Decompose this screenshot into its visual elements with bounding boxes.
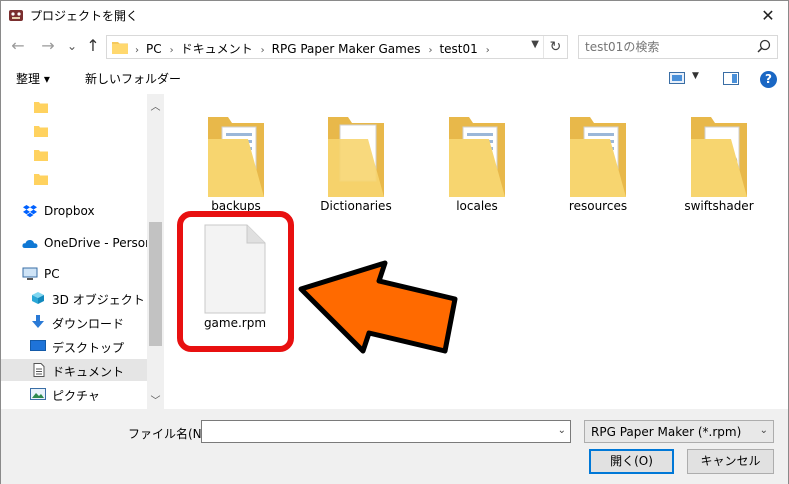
- folder-name: Dictionaries: [320, 199, 392, 213]
- folder-item[interactable]: swiftshader: [669, 109, 769, 213]
- pointer-arrow-icon: [298, 260, 458, 354]
- title-bar: プロジェクトを開く ✕: [1, 1, 788, 29]
- new-folder-button[interactable]: 新しいフォルダー: [85, 70, 181, 87]
- close-icon: ✕: [761, 5, 775, 25]
- folder-icon: [34, 102, 48, 113]
- search-input[interactable]: [585, 37, 755, 57]
- sidebar-item-label: ダウンロード: [52, 317, 125, 331]
- scrollbar-thumb[interactable]: [149, 222, 162, 346]
- refresh-icon: ↻: [549, 39, 562, 55]
- close-button[interactable]: ✕: [748, 1, 788, 29]
- breadcrumb-separator[interactable]: ›: [261, 45, 265, 56]
- dialog-footer: ファイル名(N): ⌄ RPG Paper Maker (*.rpm) ⌄ 開く…: [1, 409, 788, 484]
- breadcrumb-separator[interactable]: ›: [170, 45, 174, 56]
- refresh-button[interactable]: ↻: [543, 36, 567, 58]
- search-icon: [757, 39, 771, 53]
- sidebar-item-label: PC: [44, 267, 60, 281]
- open-button[interactable]: 開く(O): [589, 449, 674, 474]
- up-arrow-icon[interactable]: ↑: [84, 36, 102, 56]
- chevron-down-icon[interactable]: ▼: [531, 39, 539, 50]
- pictures-icon: [30, 388, 46, 400]
- folder-item[interactable]: resources: [548, 109, 648, 213]
- preview-pane-icon[interactable]: [723, 72, 739, 85]
- chevron-down-icon: ⌄: [759, 425, 768, 436]
- help-button[interactable]: ?: [760, 71, 777, 88]
- sidebar-item-folder[interactable]: [1, 168, 147, 190]
- filename-label: ファイル名(N):: [128, 427, 211, 441]
- folder-name: locales: [456, 199, 498, 213]
- pc-icon: [22, 267, 38, 280]
- recent-locations-icon[interactable]: ⌄: [63, 36, 81, 56]
- navigation-bar: ← → ⌄ ↑ › PC › ドキュメント › RPG Paper Maker Games…: [1, 31, 788, 61]
- open-project-dialog: プロジェクトを開く ✕ ← → ⌄ ↑ › PC › ドキュメント › RPG Paper…: [0, 0, 789, 484]
- cancel-button[interactable]: キャンセル: [687, 449, 774, 474]
- address-bar[interactable]: › PC › ドキュメント › RPG Paper Maker Games › test01 ›…: [106, 35, 568, 59]
- navigation-pane: Dropbox OneDrive - Persona PC 3D オブジェクト: [1, 94, 147, 409]
- sidebar-item-folder[interactable]: [1, 144, 147, 166]
- sidebar-item-folder[interactable]: [1, 96, 147, 118]
- folder-docs-icon: [449, 117, 505, 197]
- folder-icon: [112, 42, 128, 54]
- folder-name: swiftshader: [684, 199, 754, 213]
- sidebar-item-documents[interactable]: ドキュメント: [1, 359, 147, 381]
- command-bar: 整理 ▾ 新しいフォルダー ▼: [1, 63, 788, 93]
- folder-icon: [34, 150, 48, 161]
- folder-item[interactable]: Dictionaries: [306, 109, 406, 213]
- filename-field[interactable]: ⌄: [201, 420, 571, 443]
- search-box[interactable]: [578, 35, 778, 59]
- onedrive-icon: [22, 239, 38, 248]
- sidebar-item-label: デスクトップ: [52, 341, 125, 355]
- breadcrumb-item[interactable]: ドキュメント: [181, 42, 253, 56]
- download-icon: [32, 315, 44, 328]
- view-options-chevron-icon[interactable]: ▼: [692, 71, 699, 81]
- sidebar-scrollbar[interactable]: ︿ ﹀: [147, 94, 164, 409]
- breadcrumb-separator[interactable]: ›: [428, 45, 432, 56]
- folder-item[interactable]: locales: [427, 109, 527, 213]
- sidebar-item-label: Dropbox: [44, 204, 95, 218]
- window-title: プロジェクトを開く: [30, 9, 139, 23]
- scroll-down-icon[interactable]: ﹀: [147, 392, 164, 407]
- sidebar-item-pc[interactable]: PC: [1, 263, 147, 285]
- dropbox-icon: [23, 205, 37, 218]
- sidebar-item-downloads[interactable]: ダウンロード: [1, 311, 147, 333]
- scroll-up-icon[interactable]: ︿: [147, 98, 164, 113]
- sidebar-item-label: ピクチャ: [52, 389, 100, 403]
- folder-icon: [34, 174, 48, 185]
- folder-blank-icon: [328, 117, 384, 197]
- sidebar-item-pictures[interactable]: ピクチャ: [1, 383, 147, 405]
- breadcrumb-item[interactable]: RPG Paper Maker Games: [272, 42, 421, 56]
- breadcrumb-separator[interactable]: ›: [486, 45, 490, 56]
- folder-item[interactable]: backups: [186, 109, 286, 213]
- file-type-select[interactable]: RPG Paper Maker (*.rpm) ⌄: [584, 420, 774, 443]
- highlight-box: [177, 211, 294, 352]
- organize-button[interactable]: 整理 ▾: [16, 70, 50, 87]
- sidebar-item-label: OneDrive - Persona: [44, 236, 147, 250]
- back-arrow-icon[interactable]: ←: [9, 36, 27, 56]
- forward-arrow-icon[interactable]: →: [39, 36, 57, 56]
- sidebar-item-desktop[interactable]: デスクトップ: [1, 335, 147, 357]
- sidebar-item-label: 3D オブジェクト: [52, 293, 145, 307]
- desktop-icon: [30, 340, 46, 351]
- sidebar-item-folder[interactable]: [1, 120, 147, 142]
- 3d-objects-icon: [32, 292, 44, 304]
- app-icon: [9, 10, 23, 21]
- folder-name: resources: [568, 199, 628, 213]
- breadcrumb: › PC › ドキュメント › RPG Paper Maker Games › test01 ›: [131, 40, 497, 57]
- sidebar-item-dropbox[interactable]: Dropbox: [1, 200, 147, 222]
- change-view-icon[interactable]: [669, 72, 685, 84]
- breadcrumb-item[interactable]: PC: [146, 42, 162, 56]
- folder-gear-icon: [691, 117, 747, 197]
- file-type-value: RPG Paper Maker (*.rpm): [591, 425, 742, 439]
- sidebar-item-label: ドキュメント: [52, 365, 125, 379]
- breadcrumb-separator: ›: [135, 45, 139, 56]
- chevron-down-icon[interactable]: ⌄: [558, 425, 566, 436]
- folder-docs-icon: [570, 117, 626, 197]
- sidebar-item-3d-objects[interactable]: 3D オブジェクト: [1, 287, 147, 309]
- breadcrumb-item[interactable]: test01: [439, 42, 477, 56]
- folder-icon: [34, 126, 48, 137]
- folder-docs-icon: [208, 117, 264, 197]
- documents-icon: [33, 363, 45, 377]
- sidebar-item-onedrive[interactable]: OneDrive - Persona: [1, 232, 147, 254]
